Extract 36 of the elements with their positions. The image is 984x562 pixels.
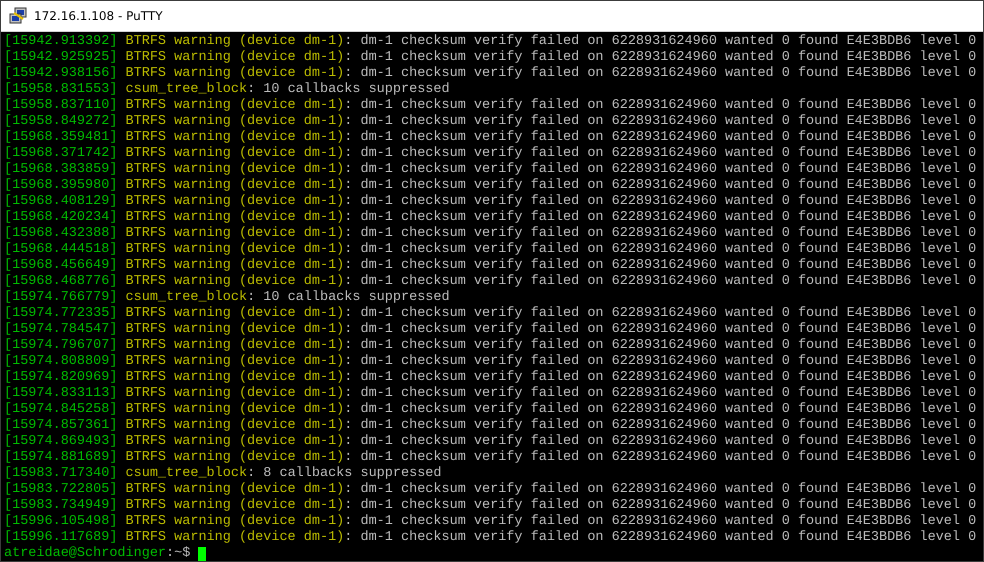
log-line: [15974.820969] BTRFS warning (device dm-1): dm-1 checksum verify failed on 6228931624960 wanted 0 found E4E3BDB6 level 0 bbox=[4, 370, 976, 386]
text-cursor bbox=[198, 546, 206, 561]
log-line: [15968.383859] BTRFS warning (device dm-1): dm-1 checksum verify failed on 6228931624960 wanted 0 found E4E3BDB6 level 0 bbox=[4, 162, 976, 178]
log-line: [15942.925925] BTRFS warning (device dm-1): dm-1 checksum verify failed on 6228931624960 wanted 0 found E4E3BDB6 level 0 bbox=[4, 50, 976, 66]
log-line: [15942.913392] BTRFS warning (device dm-1): dm-1 checksum verify failed on 6228931624960 wanted 0 found E4E3BDB6 level 0 bbox=[4, 34, 976, 50]
log-line: [15968.371742] BTRFS warning (device dm-1): dm-1 checksum verify failed on 6228931624960 wanted 0 found E4E3BDB6 level 0 bbox=[4, 146, 976, 162]
log-line: [15983.717340] csum_tree_block: 8 callbacks suppressed bbox=[4, 466, 442, 482]
computer-icon bbox=[9, 7, 27, 25]
log-line: [15968.359481] BTRFS warning (device dm-1): dm-1 checksum verify failed on 6228931624960 wanted 0 found E4E3BDB6 level 0 bbox=[4, 130, 976, 146]
log-line: [15958.831553] csum_tree_block: 10 callbacks suppressed bbox=[4, 82, 450, 98]
log-line: [15958.837110] BTRFS warning (device dm-1): dm-1 checksum verify failed on 6228931624960 wanted 0 found E4E3BDB6 level 0 bbox=[4, 98, 976, 114]
log-line: [15958.849272] BTRFS warning (device dm-1): dm-1 checksum verify failed on 6228931624960 wanted 0 found E4E3BDB6 level 0 bbox=[4, 114, 976, 130]
log-line: [15974.881689] BTRFS warning (device dm-1): dm-1 checksum verify failed on 6228931624960 wanted 0 found E4E3BDB6 level 0 bbox=[4, 450, 976, 466]
log-line: [15974.796707] BTRFS warning (device dm-1): dm-1 checksum verify failed on 6228931624960 wanted 0 found E4E3BDB6 level 0 bbox=[4, 338, 976, 354]
log-line: [15974.869493] BTRFS warning (device dm-1): dm-1 checksum verify failed on 6228931624960 wanted 0 found E4E3BDB6 level 0 bbox=[4, 434, 976, 450]
window-title: 172.16.1.108 - PuTTY bbox=[34, 9, 163, 23]
log-line: [15968.444518] BTRFS warning (device dm-1): dm-1 checksum verify failed on 6228931624960 wanted 0 found E4E3BDB6 level 0 bbox=[4, 242, 976, 258]
log-line: [15974.833113] BTRFS warning (device dm-1): dm-1 checksum verify failed on 6228931624960 wanted 0 found E4E3BDB6 level 0 bbox=[4, 386, 976, 402]
log-line: [15942.938156] BTRFS warning (device dm-1): dm-1 checksum verify failed on 6228931624960 wanted 0 found E4E3BDB6 level 0 bbox=[4, 66, 976, 82]
log-line: [15968.432388] BTRFS warning (device dm-1): dm-1 checksum verify failed on 6228931624960 wanted 0 found E4E3BDB6 level 0 bbox=[4, 226, 976, 242]
log-line: [15968.408129] BTRFS warning (device dm-1): dm-1 checksum verify failed on 6228931624960 wanted 0 found E4E3BDB6 level 0 bbox=[4, 194, 976, 210]
shell-prompt: atreidae@Schrodinger:~$ bbox=[4, 546, 190, 561]
log-line: [15968.395980] BTRFS warning (device dm-1): dm-1 checksum verify failed on 6228931624960 wanted 0 found E4E3BDB6 level 0 bbox=[4, 178, 976, 194]
log-line: [15974.857361] BTRFS warning (device dm-1): dm-1 checksum verify failed on 6228931624960 wanted 0 found E4E3BDB6 level 0 bbox=[4, 418, 976, 434]
log-line: [15974.772335] BTRFS warning (device dm-1): dm-1 checksum verify failed on 6228931624960 wanted 0 found E4E3BDB6 level 0 bbox=[4, 306, 976, 322]
log-line: [15974.766779] csum_tree_block: 10 callbacks suppressed bbox=[4, 290, 450, 306]
log-line: [15983.734949] BTRFS warning (device dm-1): dm-1 checksum verify failed on 6228931624960 wanted 0 found E4E3BDB6 level 0 bbox=[4, 498, 976, 514]
log-line: [15968.420234] BTRFS warning (device dm-1): dm-1 checksum verify failed on 6228931624960 wanted 0 found E4E3BDB6 level 0 bbox=[4, 210, 976, 226]
log-line: [15974.808809] BTRFS warning (device dm-1): dm-1 checksum verify failed on 6228931624960 wanted 0 found E4E3BDB6 level 0 bbox=[4, 354, 976, 370]
log-line: [15996.117689] BTRFS warning (device dm-1): dm-1 checksum verify failed on 6228931624960 wanted 0 found E4E3BDB6 level 0 bbox=[4, 530, 976, 546]
log-line: [15983.722805] BTRFS warning (device dm-1): dm-1 checksum verify failed on 6228931624960 wanted 0 found E4E3BDB6 level 0 bbox=[4, 482, 976, 498]
log-line: [15974.845258] BTRFS warning (device dm-1): dm-1 checksum verify failed on 6228931624960 wanted 0 found E4E3BDB6 level 0 bbox=[4, 402, 976, 418]
log-line: [15968.468776] BTRFS warning (device dm-1): dm-1 checksum verify failed on 6228931624960 wanted 0 found E4E3BDB6 level 0 bbox=[4, 274, 976, 290]
log-line: [15974.784547] BTRFS warning (device dm-1): dm-1 checksum verify failed on 6228931624960 wanted 0 found E4E3BDB6 level 0 bbox=[4, 322, 976, 338]
log-line: [15996.105498] BTRFS warning (device dm-1): dm-1 checksum verify failed on 6228931624960 wanted 0 found E4E3BDB6 level 0 bbox=[4, 514, 976, 530]
log-line: [15968.456649] BTRFS warning (device dm-1): dm-1 checksum verify failed on 6228931624960 wanted 0 found E4E3BDB6 level 0 bbox=[4, 258, 976, 274]
